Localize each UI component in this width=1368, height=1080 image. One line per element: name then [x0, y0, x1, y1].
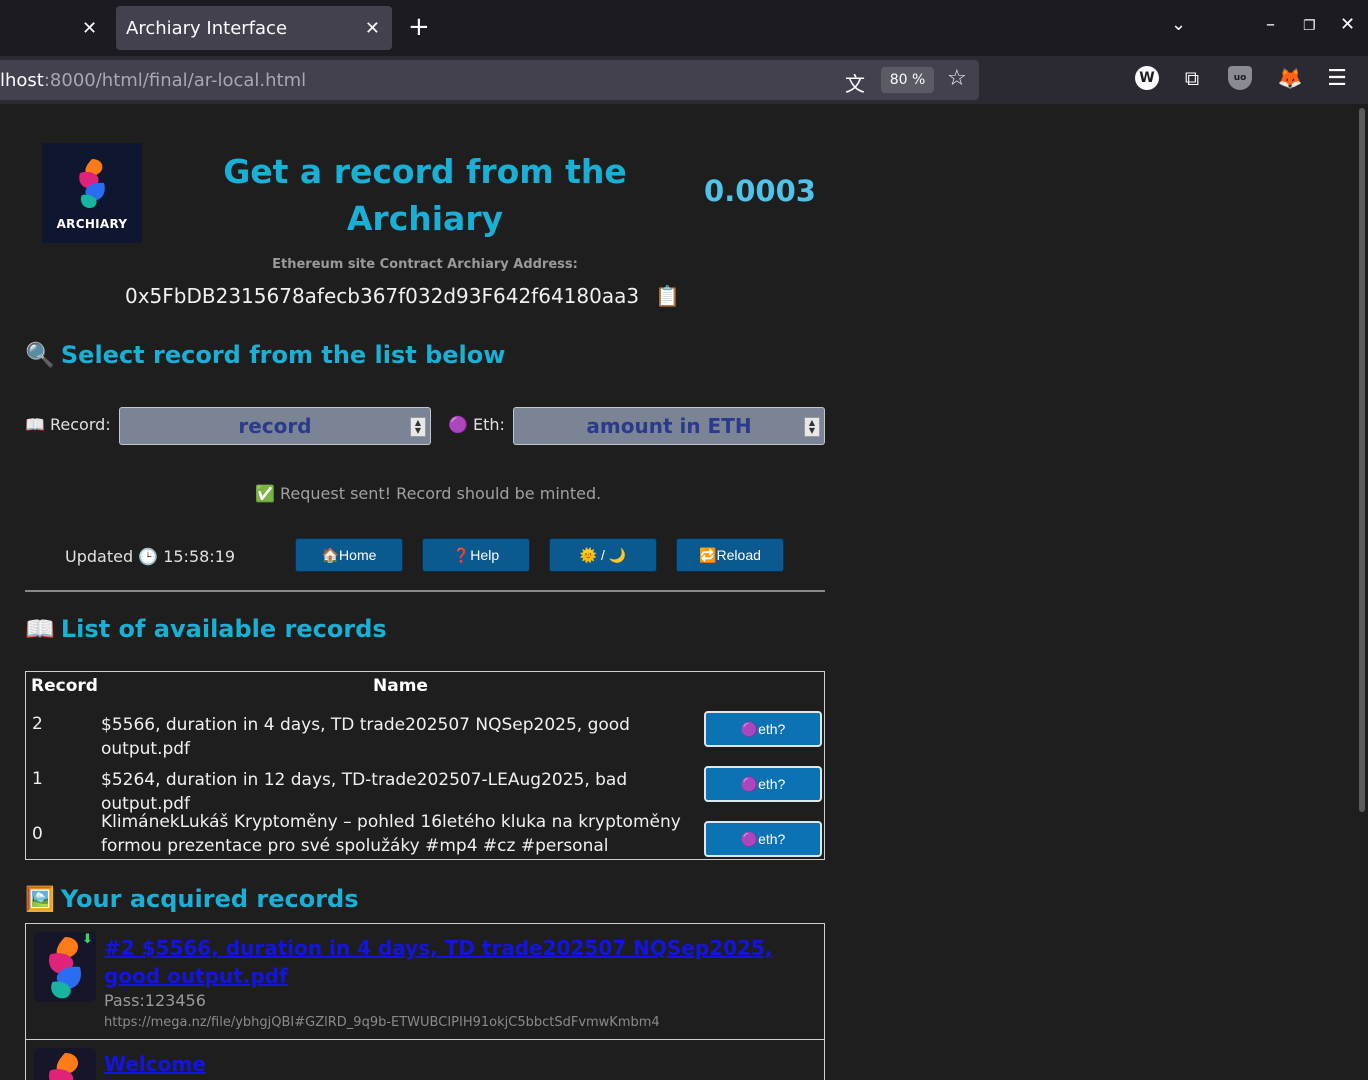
- record-name: KlimánekLukáš Kryptoměny – pohled 16leté…: [101, 812, 681, 856]
- acquired-record-link[interactable]: #2 $5566, duration in 4 days, TD trade20…: [104, 934, 784, 990]
- contract-address: 0x5FbDB2315678afecb367f032d93F642f64180a…: [125, 284, 640, 308]
- scrollbar-thumb[interactable]: [1359, 108, 1365, 812]
- record-id: 1: [32, 769, 43, 789]
- welcome-link[interactable]: Welcome: [104, 1052, 206, 1076]
- browser-tab-bar: ✕ Archiary Interface ✕ + ⌄ – ❐ ✕: [0, 0, 1368, 56]
- eth-price-button[interactable]: 🟣eth?: [704, 766, 822, 802]
- window-close-icon[interactable]: ✕: [1340, 14, 1355, 35]
- reload-button[interactable]: 🔁Reload: [676, 538, 784, 572]
- bookmark-star-icon[interactable]: ☆: [947, 66, 967, 91]
- logo-text: ARCHIARY: [56, 217, 128, 231]
- eth-balance: 0.0003: [704, 174, 816, 208]
- metamask-fox-icon[interactable]: 🦊: [1278, 66, 1303, 90]
- record-label: 📖 Record:: [25, 415, 111, 434]
- record-input[interactable]: record ▲ ▼: [119, 407, 431, 445]
- record-name: $5264, duration in 12 days, TD-trade2025…: [101, 770, 628, 814]
- tab-title: Archiary Interface: [126, 17, 288, 39]
- zoom-level[interactable]: 80 %: [881, 67, 934, 93]
- record-password: Pass:123456: [104, 991, 206, 1010]
- records-table: Record Name 2 $5566, duration in 4 days,…: [25, 671, 825, 860]
- page-content: ARCHIARY Get a record from the Archiary …: [0, 104, 1368, 1080]
- column-header-name: Name: [373, 676, 428, 696]
- theme-toggle-button[interactable]: 🌞 / 🌙: [549, 538, 657, 572]
- scrollbar[interactable]: [1356, 104, 1368, 1080]
- book-icon: 📖: [25, 615, 55, 643]
- help-button[interactable]: ❓Help: [422, 538, 530, 572]
- records-section-heading: 📖 List of available records: [25, 615, 387, 643]
- home-button[interactable]: 🏠Home: [295, 538, 403, 572]
- archiary-logo: ARCHIARY: [42, 143, 142, 243]
- magnifier-icon: 🔍: [25, 341, 55, 369]
- eth-price-button[interactable]: 🟣eth?: [704, 711, 822, 747]
- url-bar[interactable]: lhost:8000/html/final/ar-local.html 文 80…: [0, 60, 979, 100]
- tab-previous[interactable]: ✕: [0, 6, 110, 50]
- record-name: $5566, duration in 4 days, TD trade20250…: [101, 715, 630, 759]
- acquired-section-heading: 🖼️ Your acquired records: [25, 885, 359, 913]
- page-title: Get a record from the Archiary: [223, 152, 627, 238]
- acquired-record-item: Welcome: [25, 1039, 825, 1080]
- divider: [25, 590, 825, 592]
- archiary-logo-icon: [49, 1053, 79, 1080]
- eth-amount-input[interactable]: amount in ETH ▲ ▼: [513, 407, 825, 445]
- record-thumbnail: [34, 1048, 96, 1080]
- record-id: 0: [32, 824, 43, 844]
- url-text[interactable]: lhost:8000/html/final/ar-local.html: [0, 70, 306, 91]
- contract-address-label: Ethereum site Contract Archiary Address:: [272, 257, 578, 272]
- close-tab-icon[interactable]: ✕: [365, 18, 380, 39]
- status-message: ✅ Request sent! Record should be minted.: [255, 484, 602, 503]
- record-url[interactable]: https://mega.nz/file/ybhgjQBI#GZlRD_9q9b…: [104, 1015, 660, 1030]
- extensions-puzzle-icon[interactable]: ⧉: [1180, 66, 1204, 90]
- clipboard-copy-icon[interactable]: 📋: [655, 284, 680, 308]
- hamburger-menu-icon[interactable]: ☰: [1325, 66, 1349, 91]
- translate-icon[interactable]: 文: [845, 68, 865, 97]
- download-icon[interactable]: ⬇: [82, 932, 93, 947]
- tab-list-chevron-icon[interactable]: ⌄: [1171, 14, 1186, 35]
- wikipedia-extension-icon[interactable]: W: [1135, 66, 1159, 90]
- eth-price-button[interactable]: 🟣eth?: [704, 821, 822, 857]
- archiary-logo-icon: [79, 159, 105, 209]
- acquired-record-item: ⬇ #2 $5566, duration in 4 days, TD trade…: [25, 923, 825, 1040]
- column-header-record: Record: [31, 676, 98, 696]
- picture-icon: 🖼️: [25, 885, 55, 913]
- restore-icon[interactable]: ❐: [1303, 18, 1316, 34]
- eth-spinner-icon[interactable]: ▲ ▼: [804, 417, 820, 437]
- record-spinner-icon[interactable]: ▲ ▼: [410, 417, 426, 437]
- record-id: 2: [32, 714, 43, 734]
- minimize-icon[interactable]: –: [1266, 14, 1275, 35]
- new-tab-button[interactable]: +: [408, 12, 430, 42]
- browser-nav-bar: lhost:8000/html/final/ar-local.html 文 80…: [0, 56, 1368, 104]
- select-section-heading: 🔍 Select record from the list below: [25, 341, 506, 369]
- updated-timestamp: Updated 🕒 15:58:19: [65, 547, 236, 566]
- close-tab-icon[interactable]: ✕: [82, 18, 97, 39]
- tab-archiary[interactable]: Archiary Interface ✕: [116, 6, 392, 50]
- eth-label: 🟣 Eth:: [448, 415, 505, 434]
- ublock-shield-icon[interactable]: uo: [1228, 66, 1252, 90]
